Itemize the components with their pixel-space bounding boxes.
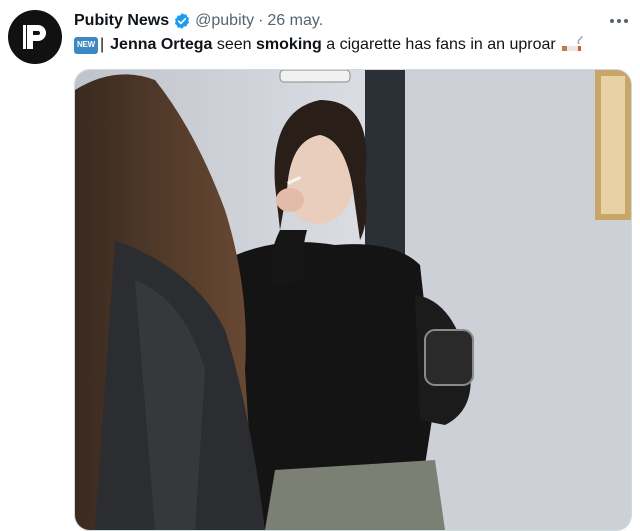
tweet-header: Pubity News @pubity · 26 may. [74, 10, 620, 32]
avatar[interactable] [8, 10, 62, 64]
new-badge-icon: NEW [74, 36, 98, 54]
text-segment: a cigarette has fans in an uproar [321, 36, 556, 53]
tweet-text: NEW | Jenna Ortega seen smoking a cigare… [74, 34, 620, 56]
verified-badge-icon [175, 13, 190, 29]
text-segment: seen [212, 36, 257, 53]
cigarette-emoji-icon [561, 36, 583, 51]
photo [75, 70, 631, 530]
separator: · [258, 12, 264, 29]
subject-name: Jenna Ortega [110, 36, 213, 53]
more-options-icon [610, 19, 628, 23]
more-options-button[interactable] [606, 10, 632, 32]
author-handle[interactable]: @pubity [195, 11, 254, 31]
tweet-media-image[interactable] [74, 69, 632, 531]
author-name[interactable]: Pubity News [74, 11, 169, 31]
post-date[interactable]: 26 may. [267, 11, 323, 31]
highlight-word: smoking [256, 36, 322, 53]
pubity-logo-icon [23, 25, 46, 49]
divider: | [100, 36, 105, 53]
